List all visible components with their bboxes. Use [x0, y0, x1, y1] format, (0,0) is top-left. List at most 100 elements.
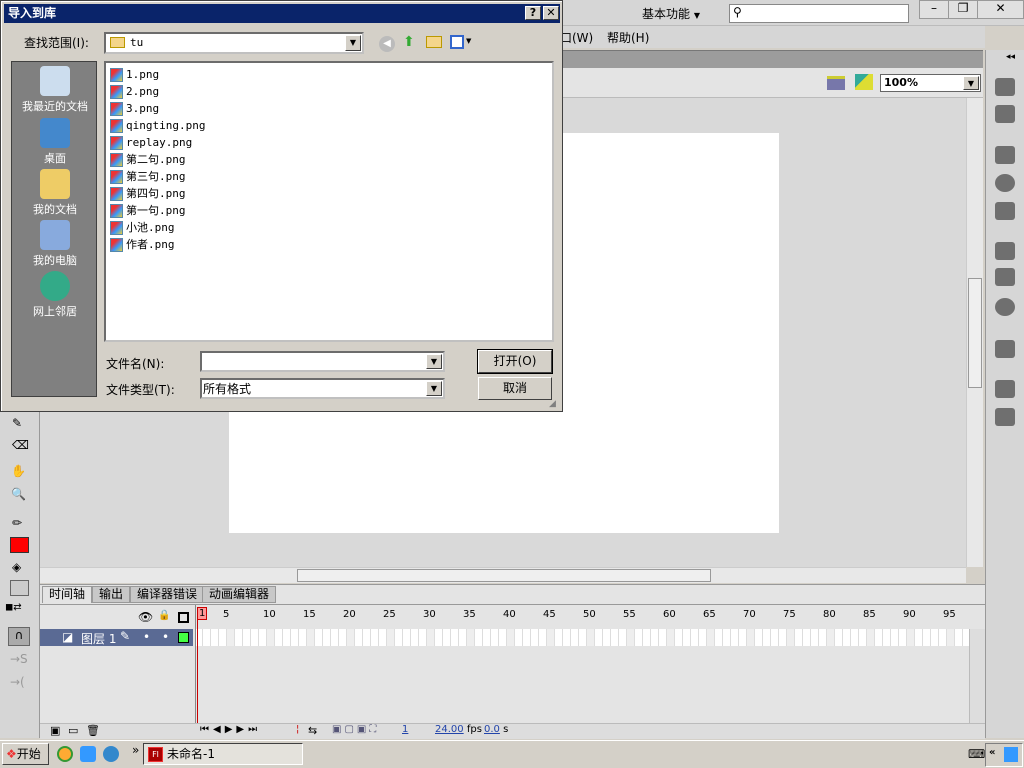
- frame-cell[interactable]: [579, 629, 587, 646]
- zoom-select[interactable]: 100% ▼: [880, 74, 981, 92]
- network-icon[interactable]: [1004, 747, 1018, 762]
- frame-cell[interactable]: [419, 629, 427, 646]
- frame-cell[interactable]: [835, 629, 843, 646]
- file-item[interactable]: 第一句.png: [110, 202, 186, 219]
- frame-cell[interactable]: [843, 629, 851, 646]
- motion-presets-icon[interactable]: [995, 298, 1015, 316]
- frame-cell[interactable]: [811, 629, 819, 646]
- frame-cell[interactable]: [659, 629, 667, 646]
- frame-cell[interactable]: [283, 629, 291, 646]
- place-desktop[interactable]: 桌面: [12, 118, 98, 166]
- visible-dot[interactable]: •: [143, 630, 150, 644]
- frame-cell[interactable]: [443, 629, 451, 646]
- frame-cell[interactable]: [219, 629, 227, 646]
- frame-cell[interactable]: [347, 629, 355, 646]
- frame-cell[interactable]: [731, 629, 739, 646]
- file-item[interactable]: 2.png: [110, 83, 159, 100]
- horizontal-scrollbar[interactable]: [40, 567, 966, 583]
- frame-cell[interactable]: [499, 629, 507, 646]
- eye-icon[interactable]: 👁: [138, 610, 153, 624]
- frame-cell[interactable]: [235, 629, 243, 646]
- color-palette-icon[interactable]: [995, 78, 1015, 96]
- vertical-scrollbar[interactable]: [966, 98, 983, 567]
- frame-cell[interactable]: [603, 629, 611, 646]
- outline-icon[interactable]: [178, 612, 189, 623]
- playback-controls[interactable]: ⏮◀▶▶⏭: [200, 724, 261, 735]
- frame-cell[interactable]: [939, 629, 947, 646]
- close-button[interactable]: ✕: [543, 6, 559, 20]
- frame-cell[interactable]: [691, 629, 699, 646]
- media-player-icon[interactable]: [57, 746, 73, 762]
- frame-cell[interactable]: [787, 629, 795, 646]
- tab-output[interactable]: 输出: [92, 586, 131, 603]
- restore-button[interactable]: ❐: [948, 1, 977, 18]
- new-folder-icon[interactable]: ▭: [68, 724, 78, 737]
- edit-scene-icon[interactable]: [827, 76, 845, 90]
- place-my-documents[interactable]: 我的文档: [12, 169, 98, 217]
- frame-cell[interactable]: [771, 629, 779, 646]
- tray-expand-icon[interactable]: «: [989, 747, 995, 758]
- frame-cell[interactable]: [851, 629, 859, 646]
- frame-cell[interactable]: [227, 629, 235, 646]
- frame-cell[interactable]: [451, 629, 459, 646]
- tab-compiler-errors[interactable]: 编译器错误: [130, 586, 205, 603]
- help-button[interactable]: ?: [525, 6, 541, 20]
- frame-cell[interactable]: [611, 629, 619, 646]
- frame-cell[interactable]: [355, 629, 363, 646]
- file-list[interactable]: 1.png 2.png 3.png qingting.png replay.png 第二句…: [104, 61, 554, 342]
- smooth-icon[interactable]: →S: [10, 652, 28, 666]
- frame-cell[interactable]: [515, 629, 523, 646]
- taskbar-item[interactable]: Fl 未命名-1: [143, 743, 303, 765]
- up-folder-icon[interactable]: ⬆: [403, 34, 415, 50]
- resize-grip-icon[interactable]: ◢: [549, 399, 556, 409]
- loop-icon[interactable]: ⇆: [308, 724, 317, 737]
- frame-cell[interactable]: [363, 629, 371, 646]
- frame-cell[interactable]: [275, 629, 283, 646]
- new-layer-icon[interactable]: ▣: [50, 724, 60, 737]
- layer-color-swatch[interactable]: [178, 632, 189, 643]
- paint-bucket-icon[interactable]: ◈: [12, 560, 21, 574]
- frame-cell[interactable]: [323, 629, 331, 646]
- frame-cell[interactable]: [923, 629, 931, 646]
- transform-icon[interactable]: [995, 202, 1015, 220]
- workspace-switcher[interactable]: 基本功能 ▼: [642, 5, 700, 22]
- lock-dot[interactable]: •: [162, 630, 169, 644]
- tab-motion-editor[interactable]: 动画编辑器: [202, 586, 277, 603]
- place-recent[interactable]: 我最近的文档: [12, 66, 98, 114]
- swap-colors-icon[interactable]: ◼⇄: [5, 602, 22, 613]
- frame-cell[interactable]: [907, 629, 915, 646]
- frame-cell[interactable]: [467, 629, 475, 646]
- frame-cell[interactable]: [315, 629, 323, 646]
- start-button[interactable]: ❖开始: [2, 743, 49, 765]
- layer-row[interactable]: ◪ 图层 1 ✎ • •: [40, 629, 193, 646]
- quicklaunch-icon[interactable]: [80, 746, 96, 762]
- close-window-button[interactable]: ✕: [977, 1, 1023, 18]
- frame-cell[interactable]: [203, 629, 211, 646]
- tab-timeline[interactable]: 时间轴: [42, 586, 93, 603]
- frame-cell[interactable]: [491, 629, 499, 646]
- onion-skin-icons[interactable]: ▣▢▣⛶: [332, 724, 379, 735]
- file-item[interactable]: 作者.png: [110, 236, 175, 253]
- frame-cell[interactable]: [803, 629, 811, 646]
- frame-cell[interactable]: [619, 629, 627, 646]
- frame-cell[interactable]: [859, 629, 867, 646]
- keyboard-icon[interactable]: ⌨: [968, 747, 985, 761]
- frame-cell[interactable]: [427, 629, 435, 646]
- file-item[interactable]: 第四句.png: [110, 185, 186, 202]
- frame-cell[interactable]: [211, 629, 219, 646]
- frame-cell[interactable]: [899, 629, 907, 646]
- frame-cell[interactable]: [675, 629, 683, 646]
- frame-cell[interactable]: [531, 629, 539, 646]
- minimize-button[interactable]: –: [920, 1, 948, 18]
- components-icon[interactable]: [995, 268, 1015, 286]
- frame-cell[interactable]: [915, 629, 923, 646]
- back-icon[interactable]: ◀: [379, 36, 395, 52]
- menu-window[interactable]: 口(W): [560, 29, 593, 46]
- place-network[interactable]: 网上邻居: [12, 271, 98, 319]
- eyedropper-icon[interactable]: ✎: [12, 416, 22, 430]
- file-item[interactable]: replay.png: [110, 134, 192, 151]
- frame-cell[interactable]: [763, 629, 771, 646]
- current-frame[interactable]: 1: [402, 724, 408, 735]
- frame-cell[interactable]: [331, 629, 339, 646]
- frame-cell[interactable]: [651, 629, 659, 646]
